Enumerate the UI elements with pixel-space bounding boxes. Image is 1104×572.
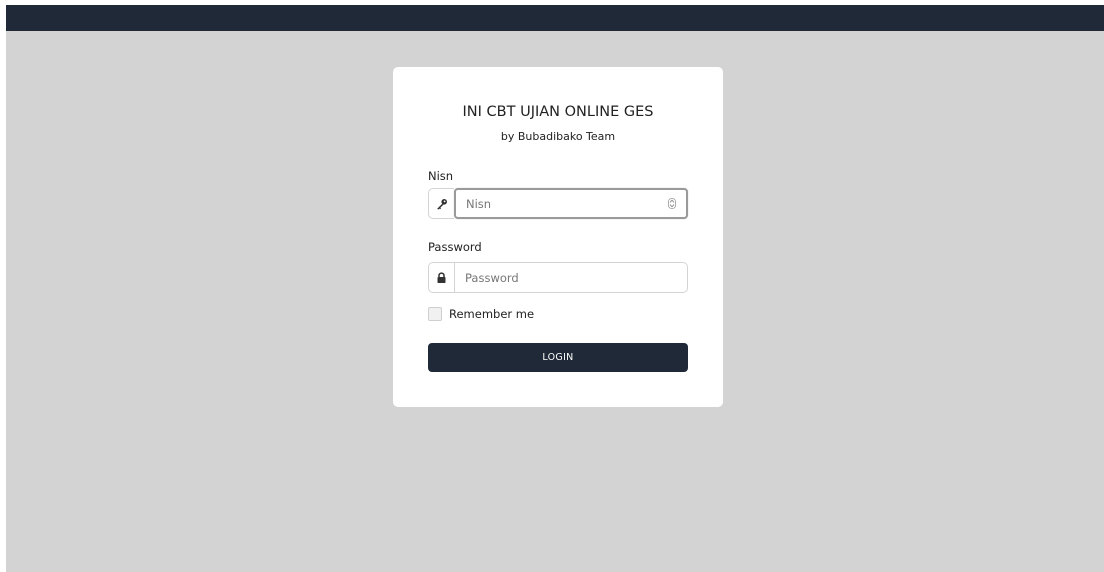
remember-me-label[interactable]: Remember me: [449, 307, 534, 321]
password-label: Password: [428, 240, 482, 254]
login-card: INI CBT UJIAN ONLINE GES by Bubadibako T…: [393, 67, 723, 407]
nisn-label: Nisn: [428, 169, 454, 183]
nisn-input[interactable]: [454, 188, 688, 219]
spin-arrows-icon[interactable]: [668, 198, 676, 209]
nisn-input-group: [428, 188, 688, 219]
lock-icon: [428, 262, 454, 293]
key-icon: [428, 188, 454, 219]
top-navbar: [6, 5, 1104, 31]
remember-me-row[interactable]: Remember me: [428, 307, 534, 321]
password-input[interactable]: [454, 262, 688, 293]
remember-me-checkbox[interactable]: [428, 307, 442, 321]
login-subtitle: by Bubadibako Team: [500, 130, 616, 143]
login-title: INI CBT UJIAN ONLINE GES: [462, 104, 654, 120]
login-button[interactable]: LOGIN: [428, 343, 688, 372]
password-input-group: [428, 262, 688, 293]
page-background: INI CBT UJIAN ONLINE GES by Bubadibako T…: [6, 5, 1104, 572]
